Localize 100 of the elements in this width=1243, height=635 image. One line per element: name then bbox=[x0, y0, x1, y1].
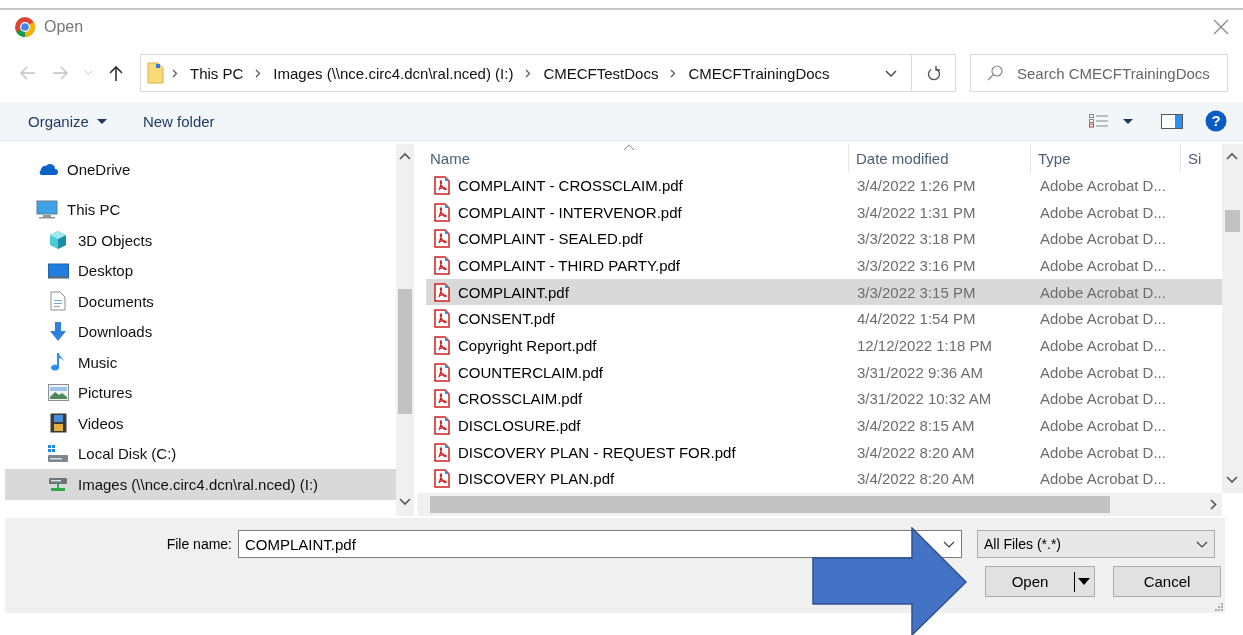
pdf-file-icon bbox=[434, 362, 450, 382]
file-name: DISCOVERY PLAN.pdf bbox=[458, 470, 615, 488]
date-modified: 3/3/2022 3:18 PM bbox=[856, 230, 977, 248]
folder-icon bbox=[147, 62, 164, 84]
pdf-file-icon bbox=[434, 309, 450, 329]
chevron-down-icon bbox=[1196, 540, 1208, 548]
date-modified: 3/4/2022 1:31 PM bbox=[856, 203, 977, 221]
column-header[interactable]: Name bbox=[418, 144, 848, 172]
scroll-right-icon[interactable] bbox=[1210, 499, 1217, 510]
nav-item[interactable]: Documents bbox=[5, 286, 396, 317]
toolbar-button[interactable]: New folder bbox=[132, 108, 225, 134]
scrollbar-thumb[interactable] bbox=[430, 496, 1110, 513]
refresh-icon[interactable] bbox=[926, 65, 941, 81]
file-row[interactable]: DISCOVERY PLAN.pdf 3/4/2022 8:20 AM Adobe Acrobat D... bbox=[426, 465, 1222, 493]
scrollbar-thumb[interactable] bbox=[398, 289, 412, 414]
file-name: COMPLAINT - THIRD PARTY.pdf bbox=[458, 256, 680, 274]
date-modified: 3/3/2022 3:15 PM bbox=[856, 283, 977, 301]
cube-icon bbox=[48, 230, 68, 251]
breadcrumb-link[interactable]: This PC bbox=[190, 64, 244, 82]
nav-item[interactable]: OneDrive bbox=[5, 154, 396, 185]
file-name: DISCOVERY PLAN - REQUEST FOR.pdf bbox=[458, 443, 736, 461]
file-type-dropdown[interactable]: All Files (*.*) bbox=[977, 530, 1215, 558]
file-type: Adobe Acrobat D... bbox=[1039, 363, 1167, 381]
file-row[interactable]: DISCOVERY PLAN - REQUEST FOR.pdf 3/4/2022 8:20 AM Adobe Acrobat D... bbox=[426, 438, 1222, 466]
file-name: COMPLAINT - CROSSCLAIM.pdf bbox=[458, 176, 683, 194]
scrollbar-thumb[interactable] bbox=[1225, 210, 1240, 232]
file-row[interactable]: CROSSCLAIM.pdf 3/31/2022 10:32 AM Adobe Acrobat D... bbox=[426, 385, 1222, 413]
file-row[interactable]: DISCLOSURE.pdf 3/4/2022 8:15 AM Adobe Acrobat D... bbox=[426, 412, 1222, 439]
nav-item[interactable]: Images (\\nce.circ4.dcn\ral.nced) (I:) bbox=[5, 469, 396, 500]
up-arrow-icon[interactable] bbox=[109, 65, 123, 81]
pdf-file-icon bbox=[434, 416, 450, 436]
pdf-file-icon bbox=[434, 229, 450, 249]
search-field[interactable]: Search CMECFTrainingDocs bbox=[970, 54, 1228, 92]
date-modified: 3/31/2022 10:32 AM bbox=[856, 390, 993, 408]
scroll-up-icon[interactable] bbox=[399, 152, 411, 160]
nav-item[interactable]: Pictures bbox=[5, 377, 396, 408]
date-modified: 4/4/2022 1:54 PM bbox=[856, 310, 977, 328]
file-row[interactable]: COMPLAINT.pdf 3/3/2022 3:15 PM Adobe Acrobat D... bbox=[426, 278, 1222, 306]
scroll-down-icon[interactable] bbox=[1226, 476, 1238, 484]
close-icon[interactable] bbox=[1213, 19, 1229, 35]
chevron-right-icon[interactable] bbox=[172, 68, 178, 78]
file-row[interactable]: COMPLAINT - INTERVENOR.pdf 3/4/2022 1:31 PM Adobe Acrobat D... bbox=[426, 198, 1222, 226]
breadcrumb-link[interactable]: CMECFTrainingDocs bbox=[688, 64, 830, 82]
file-row[interactable]: Copyright Report.pdf 12/12/2022 1:18 PM Adobe Acrobat D... bbox=[426, 332, 1222, 359]
scroll-up-icon[interactable] bbox=[1226, 152, 1238, 160]
nav-item[interactable]: Desktop bbox=[5, 255, 396, 286]
file-row[interactable]: COUNTERCLAIM.pdf 3/31/2022 9:36 AM Adobe Acrobat D... bbox=[426, 358, 1222, 386]
nav-item-label: OneDrive bbox=[67, 160, 131, 178]
nav-item[interactable]: This PC bbox=[5, 194, 396, 225]
date-modified: 3/4/2022 1:26 PM bbox=[856, 176, 977, 194]
chevron-down-icon[interactable] bbox=[943, 540, 955, 548]
column-header[interactable]: Date modified bbox=[848, 144, 1030, 172]
search-icon bbox=[987, 65, 1003, 81]
breadcrumb-link[interactable]: CMECFTestDocs bbox=[543, 64, 659, 82]
file-name-field[interactable]: COMPLAINT.pdf bbox=[238, 530, 962, 558]
file-row[interactable]: CONSENT.pdf 4/4/2022 1:54 PM Adobe Acrobat D... bbox=[426, 305, 1222, 333]
nav-item-label: Music bbox=[78, 353, 118, 371]
nav-item[interactable]: Videos bbox=[5, 408, 396, 439]
chevron-down-icon[interactable] bbox=[885, 69, 897, 77]
file-type: Adobe Acrobat D... bbox=[1039, 417, 1167, 435]
caret-icon[interactable] bbox=[1078, 578, 1090, 585]
breadcrumb-link[interactable]: Images (\\nce.circ4.dcn\ral.nced) (I:) bbox=[273, 64, 514, 82]
file-row[interactable]: COMPLAINT - SEALED.pdf 3/3/2022 3:18 PM Adobe Acrobat D... bbox=[426, 225, 1222, 253]
file-name: DISCLOSURE.pdf bbox=[458, 417, 581, 435]
scroll-down-icon[interactable] bbox=[399, 498, 411, 506]
help-icon[interactable]: ? bbox=[1205, 110, 1227, 132]
nav-item[interactable]: Downloads bbox=[5, 316, 396, 347]
file-type: Adobe Acrobat D... bbox=[1039, 176, 1167, 194]
date-modified: 3/4/2022 8:15 AM bbox=[856, 417, 976, 435]
chevron-right-icon[interactable] bbox=[525, 68, 532, 78]
pdf-file-icon bbox=[434, 442, 450, 462]
menu-button[interactable]: Organize bbox=[18, 108, 117, 134]
browser-logo-icon bbox=[14, 16, 36, 38]
download-arrow-icon bbox=[48, 321, 68, 343]
open-split-button[interactable]: Open bbox=[985, 566, 1095, 597]
file-name: CONSENT.pdf bbox=[458, 310, 555, 328]
file-type: Adobe Acrobat D... bbox=[1039, 283, 1167, 301]
nav-item[interactable]: Music bbox=[5, 347, 396, 378]
column-header[interactable]: Type bbox=[1030, 144, 1180, 172]
chevron-right-icon[interactable] bbox=[670, 68, 677, 78]
nav-item[interactable]: Local Disk (C:) bbox=[5, 438, 396, 469]
file-type: Adobe Acrobat D... bbox=[1039, 470, 1167, 488]
file-name-input[interactable]: COMPLAINT.pdf bbox=[245, 532, 943, 556]
nav-item-label: Documents bbox=[78, 292, 154, 310]
column-header[interactable]: Si bbox=[1180, 144, 1202, 172]
file-row[interactable]: COMPLAINT - CROSSCLAIM.pdf 3/4/2022 1:26 PM Adobe Acrobat D... bbox=[426, 172, 1222, 199]
chevron-right-icon[interactable] bbox=[255, 68, 262, 78]
dialog-button[interactable]: Cancel bbox=[1113, 566, 1221, 597]
resize-grip-icon[interactable] bbox=[1214, 602, 1223, 611]
file-type: Adobe Acrobat D... bbox=[1039, 336, 1167, 354]
nav-item[interactable]: 3D Objects bbox=[5, 225, 396, 256]
sort-caret-icon[interactable] bbox=[623, 144, 635, 151]
file-row[interactable]: COMPLAINT - THIRD PARTY.pdf 3/3/2022 3:16 PM Adobe Acrobat D... bbox=[426, 252, 1222, 279]
date-modified: 3/4/2022 8:20 AM bbox=[856, 470, 976, 488]
date-modified: 3/31/2022 9:36 AM bbox=[856, 363, 984, 381]
file-type: Adobe Acrobat D... bbox=[1039, 443, 1167, 461]
file-type: Adobe Acrobat D... bbox=[1039, 390, 1167, 408]
date-modified: 3/4/2022 8:20 AM bbox=[856, 443, 976, 461]
preview-pane-icon[interactable] bbox=[1161, 113, 1183, 129]
file-type: Adobe Acrobat D... bbox=[1039, 230, 1167, 248]
